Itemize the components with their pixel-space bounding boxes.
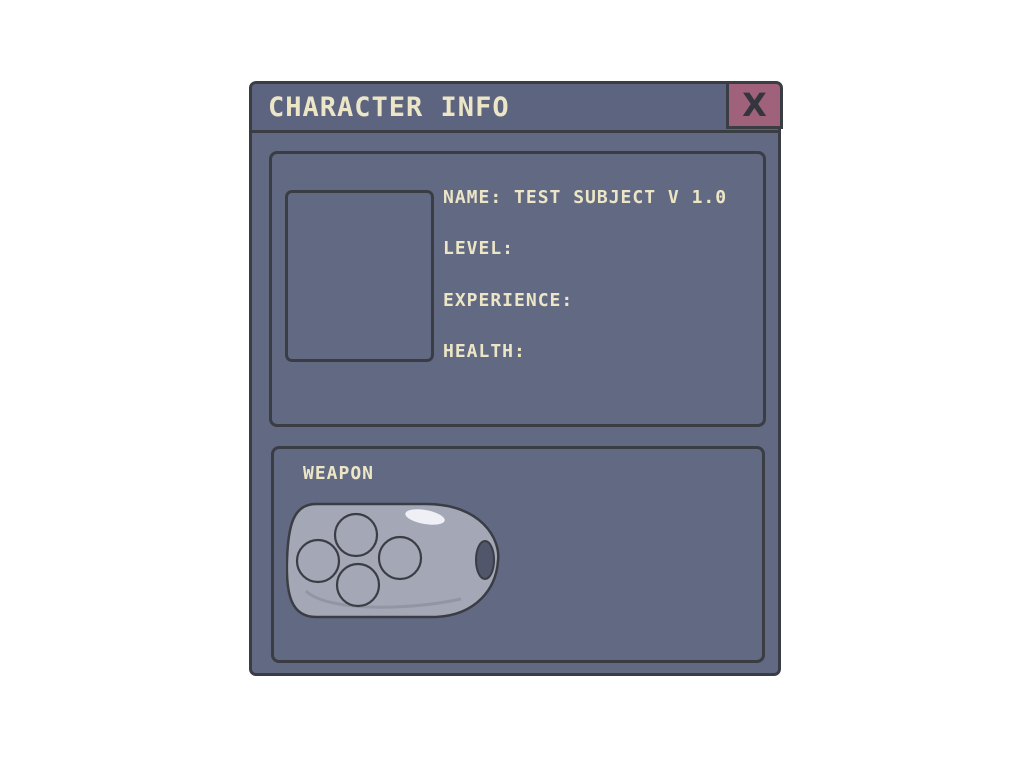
weapon-label: WEAPON: [303, 463, 375, 484]
character-info-window: CHARACTER INFO X NAME: TEST SUBJECT V 1.…: [249, 81, 783, 676]
gamepad-weapon-icon[interactable]: [286, 499, 506, 623]
level-label: LEVEL:: [443, 238, 515, 259]
weapon-panel: WEAPON: [271, 446, 765, 663]
close-button[interactable]: X: [726, 81, 783, 129]
experience-label: EXPERIENCE:: [443, 290, 574, 311]
close-icon: X: [742, 86, 767, 124]
title-bar[interactable]: CHARACTER INFO X: [252, 81, 783, 133]
name-label: NAME: TEST SUBJECT V 1.0: [443, 187, 728, 208]
character-portrait: [285, 190, 434, 362]
window-title: CHARACTER INFO: [268, 92, 510, 123]
character-stats-panel: NAME: TEST SUBJECT V 1.0 LEVEL: EXPERIEN…: [269, 151, 766, 427]
health-label: HEALTH:: [443, 341, 526, 362]
